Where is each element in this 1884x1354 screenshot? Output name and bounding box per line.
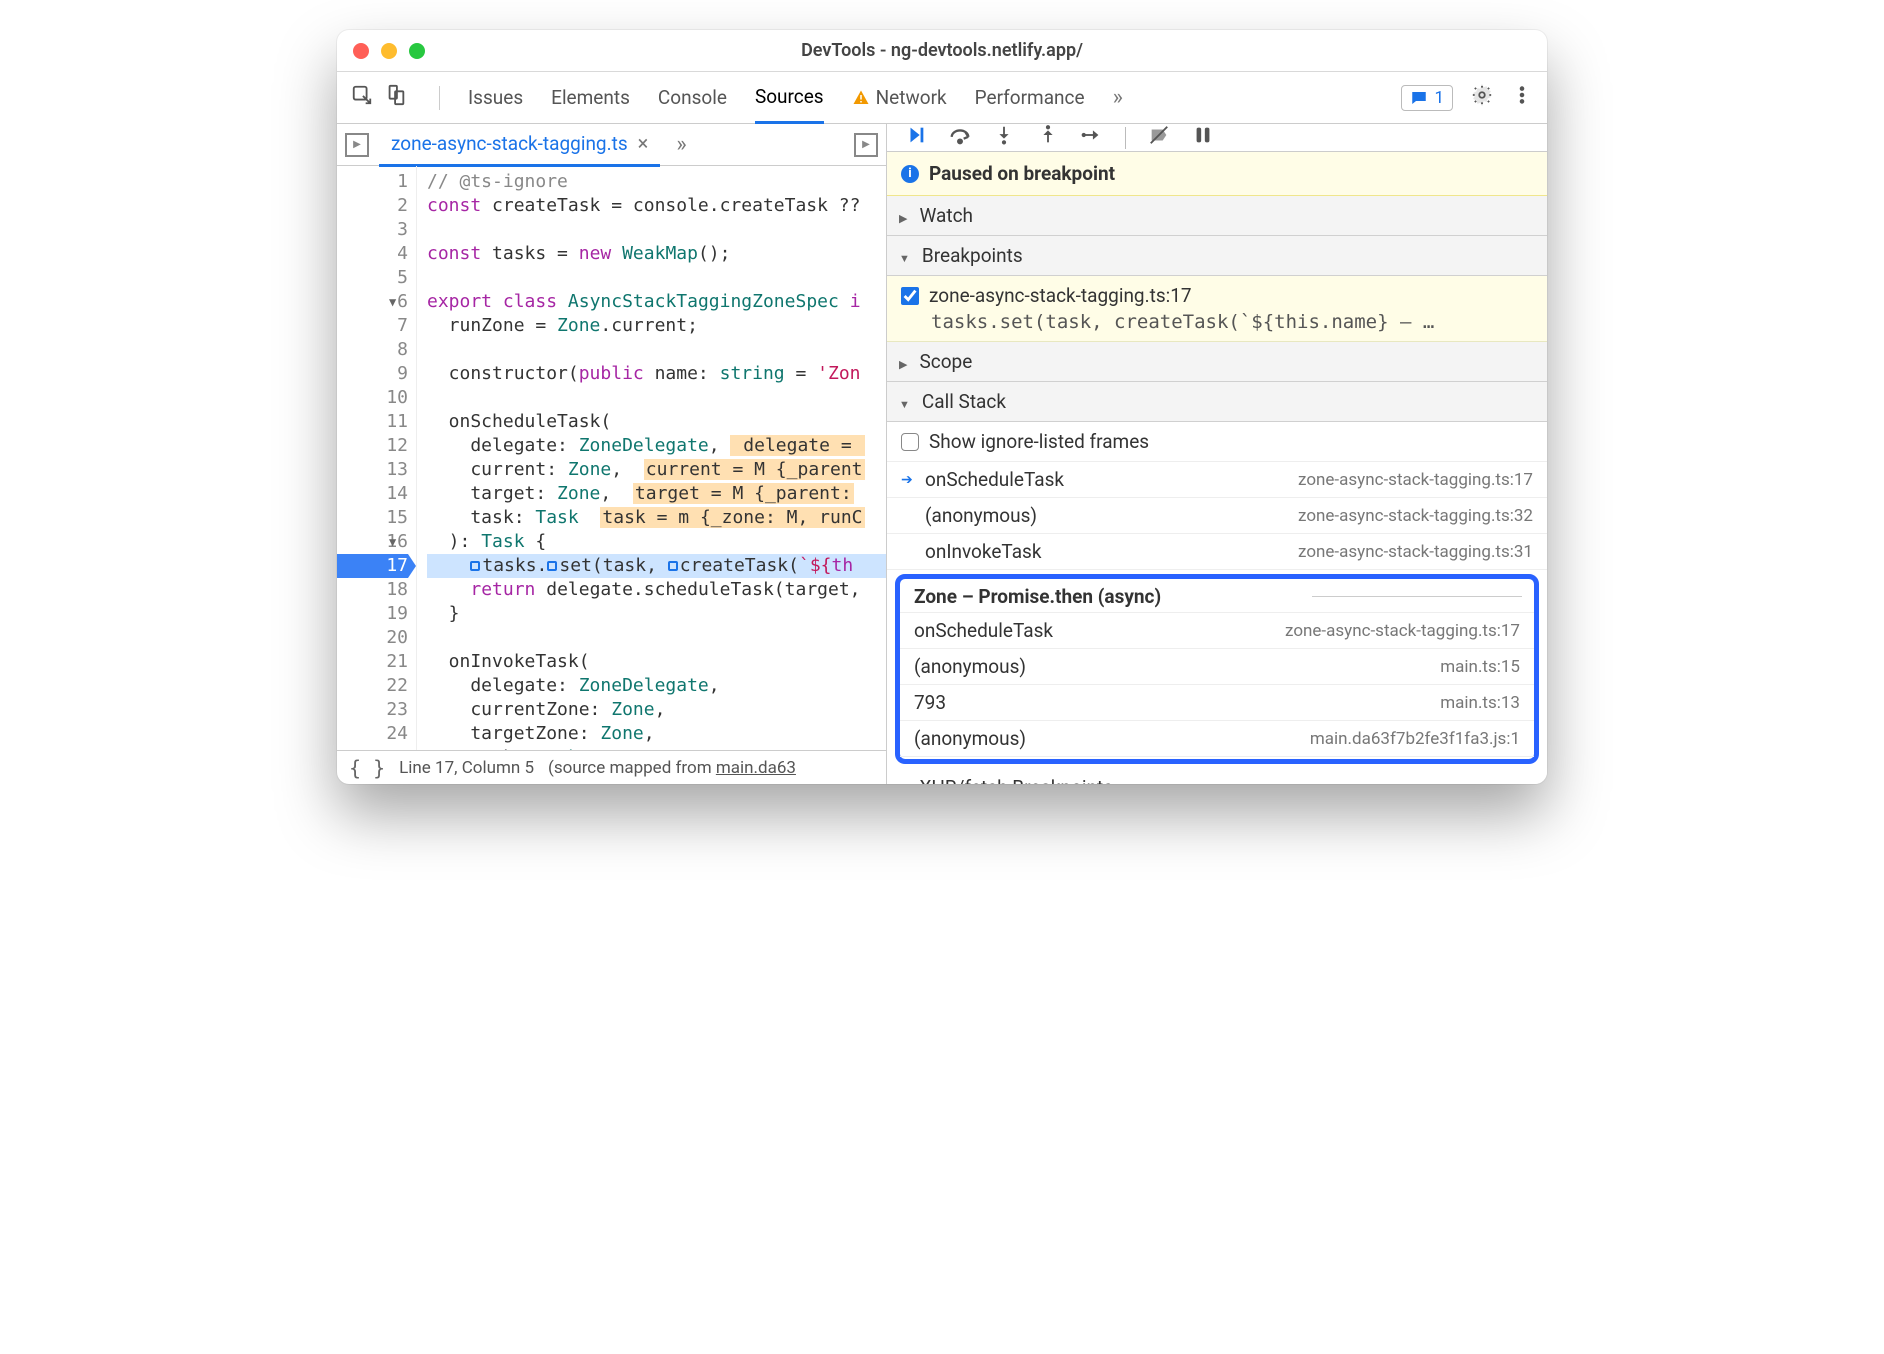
close-icon[interactable]: × <box>638 131 649 155</box>
more-files-icon[interactable]: » <box>676 132 686 157</box>
cursor-position: Line 17, Column 5 <box>399 758 534 778</box>
devtools-tabs: Issues Elements Console Sources Network … <box>337 72 1547 124</box>
callstack-frame[interactable]: (anonymous)main.ts:15 <box>900 649 1534 685</box>
callstack-frame[interactable]: (anonymous)main.da63f7b2fe3f1fa3.js:1 <box>900 721 1534 757</box>
step-over-icon[interactable] <box>949 124 971 151</box>
file-tab-label: zone-async-stack-tagging.ts <box>391 132 628 155</box>
breakpoint-item[interactable]: zone-async-stack-tagging.ts:17 tasks.set… <box>887 276 1547 342</box>
close-window-icon[interactable] <box>353 43 369 59</box>
code-editor[interactable]: 123456▼78910111213141516▼171819202122232… <box>337 166 886 750</box>
minimize-window-icon[interactable] <box>381 43 397 59</box>
xhr-breakpoints-section[interactable]: XHR/fetch Breakpoints <box>887 768 1547 784</box>
breakpoint-checkbox[interactable] <box>901 287 919 305</box>
tab-performance[interactable]: Performance <box>975 73 1085 122</box>
breakpoint-code: tasks.set(task, createTask(`${this.name}… <box>901 307 1533 333</box>
tab-network[interactable]: Network <box>852 73 947 122</box>
tab-issues[interactable]: Issues <box>468 73 523 122</box>
kebab-menu-icon[interactable] <box>1511 84 1533 111</box>
sourcemap-info: (source mapped from main.da63 <box>548 758 796 778</box>
deactivate-breakpoints-icon[interactable] <box>1148 124 1170 151</box>
editor-pane: zone-async-stack-tagging.ts × » 123456▼7… <box>337 124 887 784</box>
step-into-icon[interactable] <box>993 124 1015 151</box>
step-out-icon[interactable] <box>1037 124 1059 151</box>
async-group-label: Zone – Promise.then (async) <box>900 579 1534 613</box>
debugger-pane: i Paused on breakpoint Watch Breakpoints… <box>887 124 1547 784</box>
callstack-section[interactable]: Call Stack <box>887 382 1547 422</box>
sourcemap-link[interactable]: main.da63 <box>716 758 796 778</box>
editor-footer: { } Line 17, Column 5 (source mapped fro… <box>337 750 886 784</box>
show-ignored-frames[interactable]: Show ignore-listed frames <box>887 422 1547 462</box>
chat-icon <box>1410 89 1428 107</box>
titlebar: DevTools - ng-devtools.netlify.app/ <box>337 30 1547 72</box>
settings-icon[interactable] <box>1471 84 1493 111</box>
paused-text: Paused on breakpoint <box>929 162 1115 185</box>
pause-on-exceptions-icon[interactable] <box>1192 124 1214 151</box>
device-icon[interactable] <box>385 84 407 111</box>
tab-sources[interactable]: Sources <box>755 72 824 124</box>
maximize-window-icon[interactable] <box>409 43 425 59</box>
debugger-toolbar <box>887 124 1547 152</box>
tab-elements[interactable]: Elements <box>551 73 630 122</box>
traffic-lights <box>353 43 425 59</box>
async-callstack-group: Zone – Promise.then (async) onScheduleTa… <box>895 574 1539 764</box>
callstack-frame[interactable]: onInvokeTaskzone-async-stack-tagging.ts:… <box>887 534 1547 570</box>
more-tabs-icon[interactable]: » <box>1113 85 1123 110</box>
code-area[interactable]: // @ts-ignoreconst createTask = console.… <box>417 166 886 750</box>
callstack-frame[interactable]: (anonymous)zone-async-stack-tagging.ts:3… <box>887 498 1547 534</box>
devtools-window: DevTools - ng-devtools.netlify.app/ Issu… <box>337 30 1547 784</box>
debugger-pane-toggle-icon[interactable] <box>854 133 878 157</box>
navigator-toggle-icon[interactable] <box>345 133 369 157</box>
tab-console[interactable]: Console <box>658 73 727 122</box>
paused-message: i Paused on breakpoint <box>887 152 1547 196</box>
step-icon[interactable] <box>1081 124 1103 151</box>
line-gutter[interactable]: 123456▼78910111213141516▼171819202122232… <box>337 166 417 750</box>
file-tabbar: zone-async-stack-tagging.ts × » <box>337 124 886 166</box>
divider <box>1125 127 1126 149</box>
callstack-frame[interactable]: 793main.ts:13 <box>900 685 1534 721</box>
warning-icon <box>852 89 870 107</box>
info-icon: i <box>901 165 919 183</box>
scope-section[interactable]: Scope <box>887 342 1547 382</box>
breakpoints-section[interactable]: Breakpoints <box>887 236 1547 276</box>
resume-icon[interactable] <box>905 124 927 151</box>
inspect-icon[interactable] <box>351 84 373 111</box>
window-title: DevTools - ng-devtools.netlify.app/ <box>337 40 1547 61</box>
breakpoint-location: zone-async-stack-tagging.ts:17 <box>929 284 1192 307</box>
pretty-print-icon[interactable]: { } <box>349 756 385 780</box>
checkbox-icon[interactable] <box>901 433 919 451</box>
callstack-list: ➔onScheduleTaskzone-async-stack-tagging.… <box>887 462 1547 570</box>
issues-badge[interactable]: 1 <box>1401 85 1453 111</box>
main-split: zone-async-stack-tagging.ts × » 123456▼7… <box>337 124 1547 784</box>
watch-section[interactable]: Watch <box>887 196 1547 236</box>
callstack-frame[interactable]: ➔onScheduleTaskzone-async-stack-tagging.… <box>887 462 1547 498</box>
divider <box>439 86 440 110</box>
file-tab[interactable]: zone-async-stack-tagging.ts × <box>379 122 660 167</box>
callstack-frame[interactable]: onScheduleTaskzone-async-stack-tagging.t… <box>900 613 1534 649</box>
